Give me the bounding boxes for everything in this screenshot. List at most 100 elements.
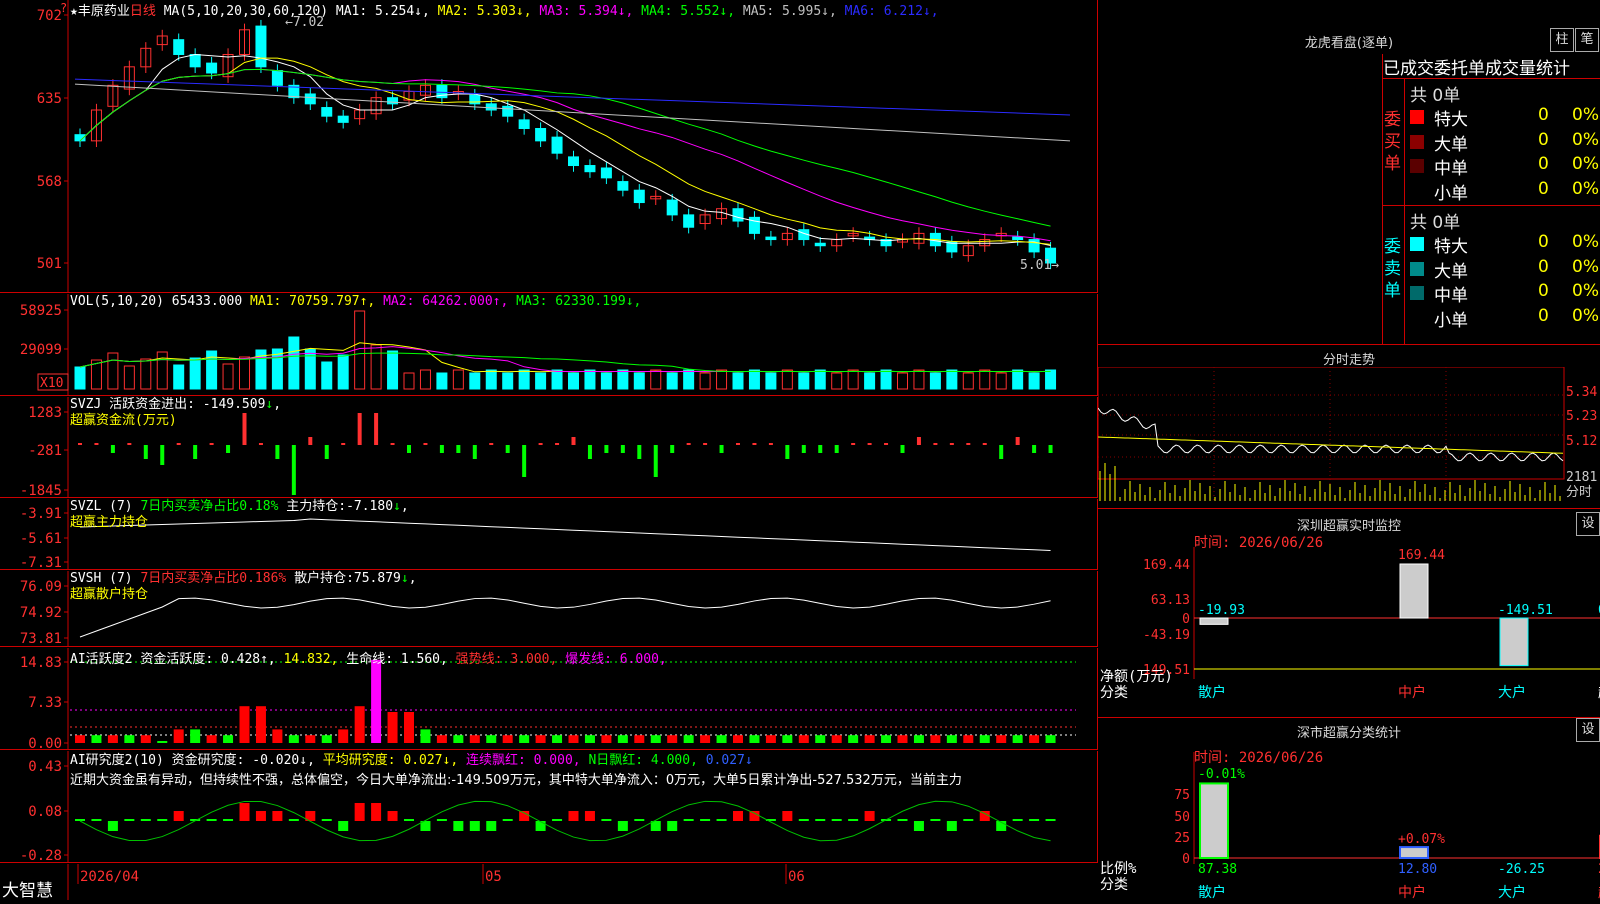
activity-bar [486,735,497,743]
ai-activity-panel[interactable]: 14.83 7.33 0.00 AI活跃度2 资金活跃度: 0.428↑, 14.8… [0,648,1098,752]
svsh-panel[interactable]: 76.09 74.92 73.81 SVSH (7) 7日内买卖净占比0.186% … [0,571,1098,647]
activity-bar [1012,735,1023,743]
activity-bar [535,735,546,743]
lhb-row-label: 中单 [1434,159,1468,179]
legend-swatch [1410,286,1424,300]
volume-bar [436,372,448,390]
ai-research-legend: AI研究度2(10) 资金研究度: -0.020↓, 平均研究度: 0.027↓… [70,751,962,791]
lhb-row-count: 0 [1538,232,1549,252]
candle [502,105,514,117]
volume-bar [189,357,201,390]
flow-bar [456,445,461,453]
vol-header: VOL(5,10,20) [70,294,164,309]
y-tick-label: 0 [1182,852,1190,867]
volume-bar [814,369,826,390]
research-bar [749,811,760,821]
volume-bar [288,336,300,390]
svzl-name: SVZL (7) [70,499,133,514]
candle [255,25,267,68]
research-bar [946,821,957,831]
volume-bar [880,369,892,390]
volume-bar [568,372,579,390]
volume-bar [683,369,695,390]
sz-monitor-panel[interactable]: 深圳超赢实时监控 设 时间: 2026/06/26 169.44 63.13 0 -43… [1098,509,1600,718]
class-time: 时间: 2026/06/26 [1194,750,1323,766]
activity-bar [765,735,776,743]
sz-class-chart[interactable]: 时间: 2026/06/26 75 50 25 0 比例%分类 -0.01% +0.07% 87… [1098,738,1600,900]
activity-bar [881,735,892,743]
legend-item: 生命线: 1.560, [346,652,456,667]
brand-label: 大智慧 [2,881,53,901]
activity-bar [272,729,283,743]
flow-bar [374,413,379,445]
svzj-label: 活跃资金进出: [109,397,195,412]
lhb-row-label: 小单 [1434,310,1468,331]
lhb-panel[interactable]: 龙虎看盘(逐单) 柱 笔 已成交委托单成交量统计 委买单共 0单 特大 0 0% 大单 0… [1098,0,1600,345]
volume-bar [107,352,119,390]
activity-bar [584,735,595,743]
marker-icon: ? [60,1,67,15]
y-tick-label: 75 [1174,788,1190,803]
lhb-side-label: 委买单 [1384,110,1401,174]
sz-class-panel[interactable]: 深市超赢分类统计 设 时间: 2026/06/26 75 50 25 0 比例% 分类 -0.… [1098,718,1600,900]
lhb-row-label: 大单 [1434,261,1468,282]
bar-value-label: -149.51 [1498,603,1553,618]
category-label: 大户 [1498,884,1526,900]
vol-unit: X10 [40,376,63,391]
svzj-name: SVZJ [70,397,102,412]
activity-bar [371,659,382,743]
volume-bar [716,369,728,390]
volume-bar [304,348,316,390]
svzj-panel[interactable]: 1283 -281 -1845 SVZJ 活跃资金进出: -149.509↓, 超赢… [0,397,1098,499]
y-tick-label: 50 [1174,810,1190,825]
volume-bar [732,372,744,390]
research-bar [535,821,546,831]
activity-bar [354,706,365,743]
candle [337,115,349,123]
candle [584,165,596,173]
activity-bar [469,735,480,743]
candle [173,39,185,55]
activity-bar [996,735,1007,743]
period-label[interactable]: 日线 [130,4,156,19]
x-axis: 2026/04 05 06 大智慧 [0,864,1098,901]
lhb-tabs[interactable]: 已成交委托单成交量统计 [1382,54,1600,78]
y-tick-label: 73.81 [20,631,62,647]
legend-item: MA5: 5.995↓, [742,4,845,19]
activity-bar [848,735,859,743]
activity-bar [124,735,135,743]
intraday-panel[interactable]: 分时走势 5.34 5.23 5.12 2181 分时 [1098,345,1600,509]
flow-bar [851,443,856,445]
svzl-panel[interactable]: -3.91 -5.61 -7.31 SVZL (7) 7日内买卖净占比0.18% 主… [0,499,1098,571]
tick-mode-button[interactable]: 笔 [1575,28,1599,52]
research-bar [140,819,151,821]
flow-bar [752,443,757,445]
y-tick-label: -281 [28,443,62,459]
volume-panel[interactable]: 58925 29099 X10 VOL(5,10,20) 65433.000 MA1… [0,294,1098,396]
research-bar [371,803,382,821]
flow-bar [522,445,527,477]
legend-item: MA1: 70759.797↑, [250,294,384,309]
candle [387,97,399,105]
intraday-chart[interactable]: 5.34 5.23 5.12 2181分时 [1098,367,1600,507]
candle [535,128,547,142]
volume-bar [979,369,991,390]
activity-bar [798,735,809,743]
activity-bar [338,729,349,743]
candle [1028,239,1040,253]
category-label: 中户 [1398,884,1426,900]
kline-chart[interactable]: 702635568501←7.025.01→? [0,0,1098,293]
svzl-legend: SVZL (7) 7日内买卖净占比0.18% 主力持仓:-7.180↓, 超赢主… [70,499,409,530]
flow-bar [1015,437,1020,445]
flow-bar [867,443,872,445]
bar-mode-button[interactable]: 柱 [1550,28,1574,52]
activity-bar [107,735,118,743]
ai-research-panel[interactable]: 0.43 0.08 -0.28 AI研究度2(10) 资金研究度: -0.020↓,… [0,751,1098,864]
volume-chart[interactable]: 58925 29099 X10 [0,294,1098,396]
y-tick-label: 0.43 [28,759,62,775]
class-bar [1399,846,1429,859]
activity-bar [831,735,842,743]
sz-monitor-chart[interactable]: 时间: 2026/06/26 169.44 63.13 0-43.19 -149.51 净… [1098,531,1600,717]
research-bar [552,819,563,821]
kline-panel[interactable]: 702 635 568 501 ←7.02 5.01→? ★丰原药业日线 MA(5,10,… [0,0,1098,293]
